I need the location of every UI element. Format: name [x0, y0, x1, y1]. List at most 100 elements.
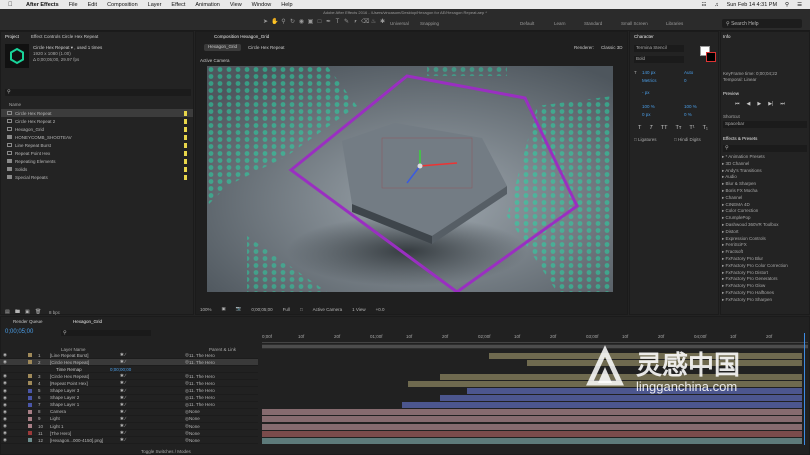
menu-help[interactable]: Help: [281, 2, 292, 8]
camera-tool-icon[interactable]: ◉: [298, 19, 305, 26]
region-icon[interactable]: □: [300, 307, 303, 312]
parent-select[interactable]: None: [189, 438, 200, 443]
current-time[interactable]: 0;00;05;00: [251, 307, 272, 312]
visibility-eye-icon[interactable]: ◉: [0, 373, 14, 379]
interpret-footage-icon[interactable]: ▤: [5, 309, 10, 315]
visibility-eye-icon[interactable]: ◉: [0, 402, 14, 408]
project-item[interactable]: Circle Hex Repeat: [1, 109, 193, 117]
layer-label-color[interactable]: [28, 374, 32, 379]
layer-label-color[interactable]: [28, 416, 32, 421]
tab-character[interactable]: Character: [634, 34, 654, 39]
label-color-tag[interactable]: [184, 142, 187, 148]
layer-name[interactable]: Time Remap: [50, 367, 110, 372]
renderer-value[interactable]: Classic 3D: [601, 45, 623, 50]
visibility-eye-icon[interactable]: ◉: [0, 359, 14, 365]
trash-icon[interactable]: 🗑: [35, 309, 41, 315]
camera-snapshot-icon[interactable]: 📷: [236, 306, 242, 312]
layer-name[interactable]: [The Hero]: [50, 431, 110, 436]
timeline-search-input[interactable]: ⚲: [61, 330, 151, 336]
layer-label-color[interactable]: [28, 438, 32, 443]
parent-select[interactable]: 11. The Hero: [189, 402, 215, 407]
visibility-eye-icon[interactable]: ◉: [0, 380, 14, 386]
breadcrumb-circle-hex-repeat[interactable]: Circle Hex Repeat: [248, 45, 285, 50]
selection-tool-icon[interactable]: ➤: [262, 19, 269, 26]
tracking-value[interactable]: 0: [684, 78, 687, 83]
layer-row[interactable]: ◉ 1 [Line Repeat Burst] ✱ ∕ ◎ 11. The Hero: [0, 352, 258, 359]
small-caps-button[interactable]: Tт: [675, 125, 681, 131]
layer-switches[interactable]: ✱ ∕: [110, 423, 185, 429]
layer-switches[interactable]: ✱ ∕: [110, 352, 185, 358]
visibility-eye-icon[interactable]: ◉: [0, 437, 14, 443]
menu-view[interactable]: View: [230, 2, 242, 8]
menu-effect[interactable]: Effect: [171, 2, 185, 8]
layer-name[interactable]: [Line Repeat Burst]: [50, 353, 110, 358]
clone-tool-icon[interactable]: ⎖: [352, 19, 359, 26]
property-row[interactable]: Time Remap 0;00;00;00: [0, 366, 258, 374]
search-help-field[interactable]: ⚲ Search Help: [722, 19, 802, 28]
brush-tool-icon[interactable]: ✎: [343, 19, 350, 26]
visibility-eye-icon[interactable]: ◉: [0, 409, 14, 415]
project-item[interactable]: Hexagon_Grid: [1, 125, 193, 133]
menu-list-icon[interactable]: ☰: [797, 2, 802, 8]
pan-behind-tool-icon[interactable]: ▣: [307, 19, 314, 26]
layer-row[interactable]: ◉ 5 Shape Layer 3 ✱ ∕ ◎ 11. The Hero: [0, 388, 258, 395]
layer-row[interactable]: ◉ 7 Shape Layer 1 ✱ ∕ ◎ 11. The Hero: [0, 402, 258, 409]
layer-label-color[interactable]: [28, 388, 32, 393]
volume-icon[interactable]: ♫: [714, 2, 718, 8]
label-color-tag[interactable]: [184, 110, 187, 116]
shortcut-select[interactable]: Spacebar: [723, 121, 807, 128]
rectangle-tool-icon[interactable]: □: [316, 19, 323, 26]
layer-name[interactable]: [Circle Hex Repeat]: [50, 374, 110, 379]
exposure[interactable]: +0.0: [376, 307, 385, 312]
eraser-tool-icon[interactable]: ⌫: [361, 19, 369, 26]
layer-label-color[interactable]: [28, 353, 32, 357]
hand-tool-icon[interactable]: ✋: [271, 19, 278, 26]
horizontal-scale-value[interactable]: 100 %: [684, 104, 697, 109]
layer-label-color[interactable]: [28, 381, 32, 386]
last-frame-icon[interactable]: ⏭: [780, 101, 785, 107]
parent-select[interactable]: None: [189, 424, 200, 429]
layer-name[interactable]: Shape Layer 3: [50, 388, 110, 393]
layer-switches[interactable]: ✱ ∕: [110, 430, 185, 436]
first-frame-icon[interactable]: ⏮: [735, 101, 740, 107]
parent-select[interactable]: 11. The Hero: [189, 374, 215, 379]
layer-row[interactable]: ◉ 4 [Repeat Point Hex] ✱ ∕ ◎ 11. The Hero: [0, 380, 258, 388]
previous-frame-icon[interactable]: ◀: [747, 101, 751, 107]
tab-composition[interactable]: Composition Hexagon_Grid: [214, 34, 269, 39]
tab-hexagon-grid[interactable]: Hexagon_Grid: [73, 319, 102, 324]
menu-animation[interactable]: Animation: [195, 2, 219, 8]
layer-switches[interactable]: ✱ ∕: [110, 409, 185, 415]
layer-label-color[interactable]: [28, 431, 32, 436]
stroke-width-value[interactable]: - px: [642, 90, 650, 95]
workspace-standard[interactable]: Standard: [584, 21, 602, 26]
menu-edit[interactable]: Edit: [88, 2, 97, 8]
menu-composition[interactable]: Composition: [107, 2, 138, 8]
type-tool-icon[interactable]: T: [334, 19, 341, 26]
baseline-shift-value[interactable]: 0 px: [642, 112, 651, 117]
project-item[interactable]: Repeat Point Hex: [1, 149, 193, 157]
effects-search-input[interactable]: ⚲: [723, 145, 807, 152]
stroke-color-swatch[interactable]: [706, 52, 716, 62]
tab-render-queue[interactable]: Render Queue: [13, 319, 43, 324]
project-item[interactable]: Line Repeat Burst: [1, 141, 193, 149]
subscript-button[interactable]: T₁: [703, 125, 708, 131]
next-frame-icon[interactable]: ▶|: [768, 101, 773, 107]
tsume-value[interactable]: 0 %: [684, 112, 692, 117]
layer-row[interactable]: ◉ 3 [Circle Hex Repeat] ✱ ∕ ◎ 11. The Hero: [0, 373, 258, 381]
layer-row[interactable]: ◉ 9 Light ✱ ∕ ◎ None: [0, 416, 258, 423]
superscript-button[interactable]: T¹: [689, 125, 694, 131]
layer-name[interactable]: Camera: [50, 409, 110, 414]
visibility-eye-icon[interactable]: ◉: [0, 416, 14, 422]
label-color-tag[interactable]: [184, 150, 187, 156]
new-comp-icon[interactable]: ▣: [25, 309, 30, 315]
visibility-eye-icon[interactable]: ◉: [0, 388, 14, 394]
zoom-level[interactable]: 100%: [200, 307, 212, 312]
layer-switches[interactable]: ✱ ∕: [110, 359, 185, 365]
layer-switches[interactable]: ✱ ∕: [110, 416, 185, 422]
rotate-tool-icon[interactable]: ↻: [289, 19, 296, 26]
layer-row[interactable]: ◉ 10 Light 1 ✱ ∕ ◎ None: [0, 423, 258, 430]
roto-brush-tool-icon[interactable]: ♨: [370, 19, 377, 26]
spotlight-icon[interactable]: ⚲: [785, 2, 789, 8]
label-color-tag[interactable]: [184, 166, 187, 172]
puppet-tool-icon[interactable]: ✱: [379, 19, 386, 26]
